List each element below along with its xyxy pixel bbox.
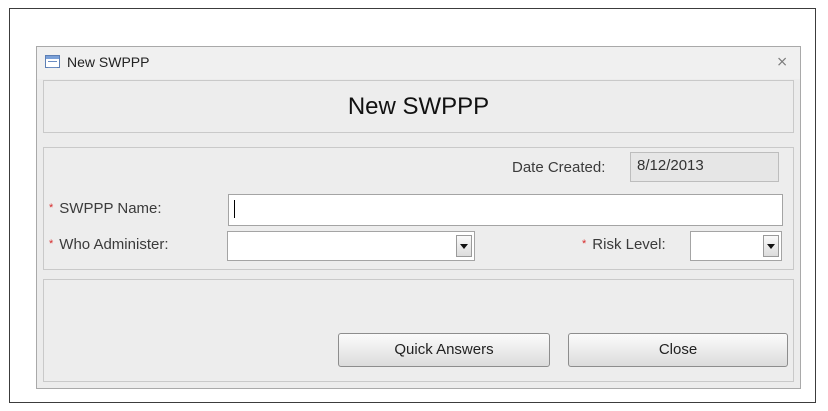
risk-level-label-text: Risk Level: xyxy=(592,236,666,253)
required-asterisk: * xyxy=(582,238,587,250)
who-administer-label: * Who Administer: xyxy=(49,236,169,253)
who-administer-combobox[interactable] xyxy=(227,231,475,261)
form-footer: Quick Answers Close xyxy=(43,279,794,382)
form-header: New SWPPP xyxy=(43,80,794,133)
required-asterisk: * xyxy=(49,202,54,214)
form-title: New SWPPP xyxy=(347,93,490,120)
chevron-down-icon[interactable] xyxy=(763,235,779,257)
swppp-name-input[interactable] xyxy=(228,194,783,226)
chevron-down-icon[interactable] xyxy=(456,235,472,257)
date-created-field: 8/12/2013 xyxy=(630,152,779,182)
swppp-name-label-text: SWPPP Name: xyxy=(59,200,162,217)
date-created-value: 8/12/2013 xyxy=(637,157,704,174)
swppp-name-label: * SWPPP Name: xyxy=(49,200,162,217)
new-swppp-dialog: New SWPPP ⨯ New SWPPP Date Created: 8/12… xyxy=(36,46,801,389)
title-bar[interactable]: New SWPPP ⨯ xyxy=(37,47,800,79)
date-created-label: Date Created: xyxy=(512,159,606,176)
risk-level-combobox[interactable] xyxy=(690,231,782,261)
text-cursor xyxy=(234,200,235,218)
close-icon[interactable]: ⨯ xyxy=(776,53,788,70)
close-button[interactable]: Close xyxy=(568,333,788,367)
window-title: New SWPPP xyxy=(67,54,150,70)
form-detail: Date Created: 8/12/2013 * SWPPP Name: * Wh… xyxy=(43,147,794,270)
form-icon xyxy=(45,55,60,68)
required-asterisk: * xyxy=(49,238,54,250)
quick-answers-button[interactable]: Quick Answers xyxy=(338,333,550,367)
risk-level-label: * Risk Level: xyxy=(582,236,666,253)
who-administer-label-text: Who Administer: xyxy=(59,236,169,253)
